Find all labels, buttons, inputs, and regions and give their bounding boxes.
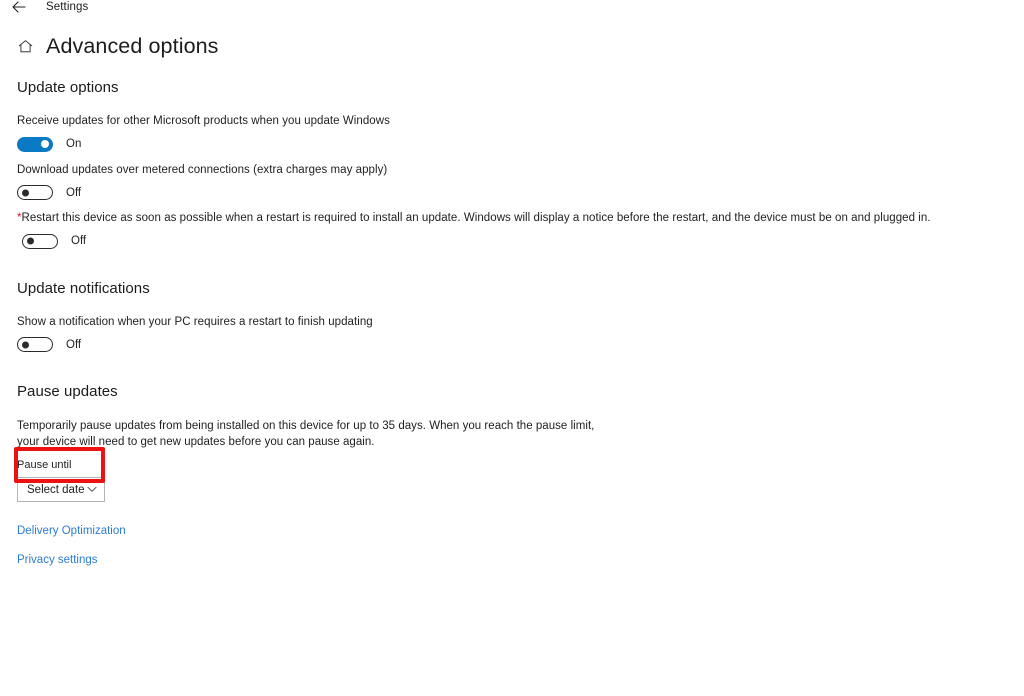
- setting-description-microsoft-products: Receive updates for other Microsoft prod…: [17, 115, 390, 127]
- page-header: Advanced options: [14, 33, 219, 59]
- section-heading-update-options: Update options: [17, 79, 119, 96]
- toggle-restart-device[interactable]: [22, 233, 58, 249]
- pause-updates-description: Temporarily pause updates from being ins…: [17, 420, 595, 448]
- toggle-row-restart-device[interactable]: Off: [22, 233, 1024, 249]
- section-heading-pause-updates: Pause updates: [17, 383, 118, 400]
- toggle-knob: [21, 189, 29, 196]
- toggle-knob: [40, 140, 49, 148]
- toggle-state-microsoft-products: On: [66, 138, 82, 150]
- section-pause-updates: Pause updates Temporarily pause updates …: [0, 382, 1024, 502]
- link-privacy-settings[interactable]: Privacy settings: [17, 553, 98, 568]
- setting-description-restart-device-text: Restart this device as soon as possible …: [21, 212, 931, 224]
- toggle-restart-notification[interactable]: [17, 337, 53, 352]
- section-heading-update-notifications: Update notifications: [17, 279, 150, 297]
- page-title: Advanced options: [46, 34, 219, 58]
- setting-description-restart-notification: Show a notification when your PC require…: [17, 315, 373, 328]
- section-update-notifications: Update notifications Show a notification…: [0, 279, 1024, 352]
- pause-until-dropdown[interactable]: Select date: [17, 477, 105, 502]
- toggle-knob: [26, 237, 34, 245]
- home-icon[interactable]: [14, 35, 36, 57]
- toggle-state-restart-device: Off: [71, 235, 87, 247]
- section-update-options: Update options Receive updates for other…: [0, 78, 1024, 249]
- toggle-state-metered-connections: Off: [66, 186, 82, 199]
- toggle-knob: [21, 341, 29, 348]
- setting-description-restart-device: *Restart this device as soon as possible…: [17, 211, 1024, 227]
- pause-until-dropdown-wrap: Select date: [17, 477, 105, 502]
- toggle-row-microsoft-products[interactable]: On: [17, 136, 1024, 152]
- pause-until-dropdown-value: Select date: [27, 483, 85, 496]
- app-title: Settings: [46, 1, 89, 13]
- settings-content: Update options Receive updates for other…: [0, 78, 1024, 568]
- toggle-metered-connections[interactable]: [17, 185, 53, 200]
- title-bar: Settings: [0, 0, 1024, 22]
- back-arrow-icon[interactable]: [9, 0, 29, 17]
- toggle-microsoft-products[interactable]: [17, 136, 53, 152]
- toggle-row-restart-notification[interactable]: Off: [17, 337, 1024, 352]
- pause-until-label: Pause until: [17, 459, 72, 471]
- toggle-state-restart-notification: Off: [66, 338, 82, 351]
- toggle-row-metered-connections[interactable]: Off: [17, 185, 1024, 200]
- setting-description-metered-connections: Download updates over metered connection…: [17, 163, 388, 176]
- chevron-down-icon: [87, 485, 97, 495]
- link-delivery-optimization[interactable]: Delivery Optimization: [17, 524, 126, 539]
